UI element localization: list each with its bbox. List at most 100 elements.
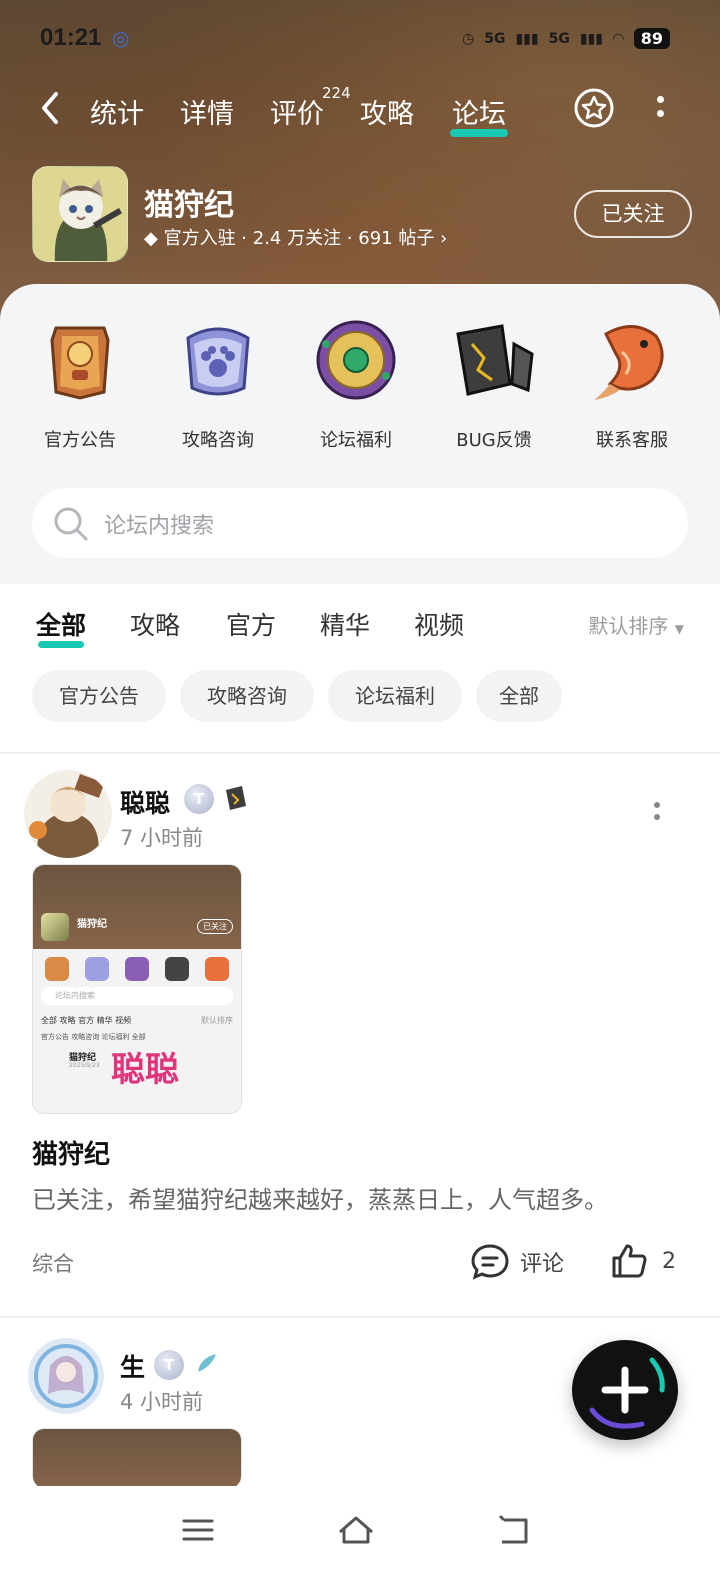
notification-icon: ◎ [112,26,130,50]
game-info: 猫狩纪 ◆ 官方入驻 · 2.4 万关注 · 691 帖子 › 已关注 [32,166,692,266]
favorite-star-icon[interactable] [572,86,616,130]
post-body[interactable]: 已关注，希望猫狩纪越来越好，蒸蒸日上，人气超多。 [32,1180,608,1215]
plus-icon [589,1357,665,1429]
game-avatar[interactable] [32,166,128,262]
thumb-category-icons [33,949,241,981]
paw-plaque-icon [186,327,250,396]
post-image[interactable] [32,1428,242,1488]
category-customer-service[interactable]: 联系客服 [572,314,692,452]
crystal-badge-icon [222,782,252,812]
network-label-1: 5G [484,30,506,47]
follow-button[interactable]: 已关注 [574,190,692,238]
thumb-follow: 已关注 [197,919,233,934]
post-more-icon[interactable] [654,802,662,826]
like-count: 2 [662,1248,676,1274]
home-icon[interactable] [336,1510,376,1550]
tab-details[interactable]: 详情 [180,92,234,131]
tab-stats[interactable]: 统计 [90,92,144,131]
thumb-user-row: 猫狩纪 2025/9/23 聪聪 [33,1044,241,1090]
like-button[interactable]: 2 [610,1242,676,1280]
comment-icon [471,1244,509,1280]
tab-reviews[interactable]: 评价 [270,92,324,131]
status-time: 01:21 [40,24,102,51]
category-label: 官方公告 [44,430,116,451]
filter-tab-all[interactable]: 全部 [36,606,86,648]
tab-guides[interactable]: 攻略 [360,92,414,131]
comment-button[interactable]: 评论 [470,1242,564,1282]
category-label: 联系客服 [596,430,668,451]
post-time: 4 小时前 [120,1390,204,1414]
category-label: 论坛福利 [320,430,392,451]
filter-tab-guides[interactable]: 攻略 [130,606,180,642]
post-username[interactable]: 聪聪 [120,784,170,820]
chip-all[interactable]: 全部 [476,670,562,722]
post-tag[interactable]: 综合 [32,1248,74,1278]
category-guides[interactable]: 攻略咨询 [158,314,278,452]
category-label: BUG反馈 [456,430,532,451]
post-image[interactable]: 猫狩纪 已关注 论坛内搜索 全部 攻略 官方 精华 视频 默认排序 官方公告 攻… [32,864,242,1114]
chip-guides[interactable]: 攻略咨询 [180,670,314,722]
caret-down-icon: ▼ [674,622,684,636]
sort-dropdown[interactable]: 默认排序 ▼ [588,610,684,639]
divider [0,752,720,754]
game-title: 猫狩纪 [144,188,234,223]
thumb-search: 论坛内搜索 [41,987,233,1005]
thumb-game-icon [41,913,69,941]
system-navigation-bar [0,1486,720,1592]
category-row: 官方公告 攻略咨询 论坛福利 BUG反馈 联系客服 [0,314,720,454]
chevron-right-icon: › [434,228,448,249]
category-label: 攻略咨询 [182,430,254,451]
user-avatar[interactable] [28,1338,104,1414]
category-announcements[interactable]: 官方公告 [20,314,140,452]
battery-indicator: 89 [633,28,670,49]
thumb-tabs-text: 全部 攻略 官方 精华 视频 [41,1016,132,1025]
level-badge: T [154,1350,184,1380]
verified-diamond-icon: ◆ [144,228,164,249]
thumb-game-name: 猫狩纪 [77,919,107,930]
broken-crystal-icon [456,324,534,396]
create-post-button[interactable] [572,1340,678,1440]
search-placeholder: 论坛内搜索 [104,514,215,539]
forum-search-bar[interactable]: 论坛内搜索 [32,488,688,558]
back-icon[interactable] [494,1510,534,1550]
post-card[interactable]: 聪聪 T 7 小时前 猫狩纪 已关注 论坛内搜索 全部 攻略 官方 精华 视频 … [0,770,720,1310]
thumb-header [33,1429,241,1488]
divider [0,1316,720,1318]
tab-forum[interactable]: 论坛 [450,92,508,137]
game-meta[interactable]: ◆ 官方入驻 · 2.4 万关注 · 691 帖子 › [144,224,447,250]
chip-announcements[interactable]: 官方公告 [32,670,166,722]
wifi-icon: ◠ [612,30,624,47]
chip-benefits[interactable]: 论坛福利 [328,670,462,722]
back-arrow-icon[interactable] [36,88,72,128]
signal-icon-2: ▮▮▮ [579,30,603,47]
signal-icon: ▮▮▮ [515,30,539,47]
post-time: 7 小时前 [120,826,204,850]
status-bar: 01:21 ◎ ◷ 5G ▮▮▮ 5G ▮▮▮ ◠ 89 [0,0,720,80]
category-chips: 官方公告 攻略咨询 论坛福利 全部 [0,670,720,722]
review-count-badge: 224 [322,84,351,102]
game-meta-text: 官方入驻 · 2.4 万关注 · 691 帖子 [163,228,435,249]
post-username[interactable]: 生 [120,1348,145,1384]
search-icon [54,507,88,541]
category-benefits[interactable]: 论坛福利 [296,314,416,452]
menu-icon[interactable] [178,1510,218,1550]
filter-tab-featured[interactable]: 精华 [320,606,370,642]
filter-tab-official[interactable]: 官方 [226,606,276,642]
more-options-icon[interactable] [654,94,666,124]
gold-badge-icon [50,326,110,400]
system-icons: ◷ 5G ▮▮▮ 5G ▮▮▮ ◠ 89 [462,28,670,49]
category-bug-report[interactable]: BUG反馈 [434,314,554,452]
comment-label: 评论 [520,1252,565,1277]
koi-fish-icon [594,325,664,400]
alarm-icon: ◷ [462,30,475,47]
filter-tabs: 全部 攻略 官方 精华 视频 默认排序 ▼ [0,600,720,650]
thumb-header: 猫狩纪 已关注 [33,865,241,949]
thumb-date: 2025/9/23 [69,1062,100,1069]
emerald-medal-icon [316,320,396,400]
filter-tab-video[interactable]: 视频 [414,606,464,642]
user-avatar[interactable] [24,770,112,858]
network-label-2: 5G [548,30,570,47]
sort-label: 默认排序 [588,614,669,638]
thumb-tabs: 全部 攻略 官方 精华 视频 默认排序 [33,1011,241,1030]
post-title[interactable]: 猫狩纪 [32,1134,110,1171]
